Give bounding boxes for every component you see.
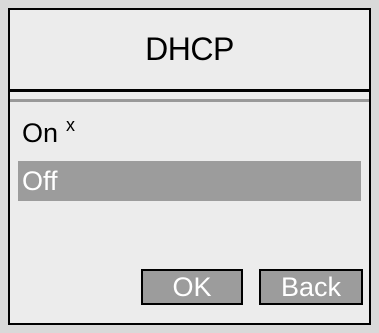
ok-button[interactable]: OK: [141, 269, 243, 305]
back-button[interactable]: Back: [259, 269, 363, 305]
dialog-title: DHCP: [145, 31, 234, 67]
header-divider: [10, 99, 369, 102]
current-setting-mark: x: [66, 114, 76, 135]
option-off[interactable]: Off: [18, 161, 361, 201]
option-off-label: Off: [22, 165, 58, 196]
screen: DHCP On x Off OK Back: [0, 0, 379, 333]
option-on[interactable]: On x: [18, 113, 361, 153]
dhcp-dialog: DHCP On x Off OK Back: [8, 8, 371, 325]
dialog-header: DHCP: [10, 10, 369, 92]
option-on-label: On: [22, 117, 59, 148]
